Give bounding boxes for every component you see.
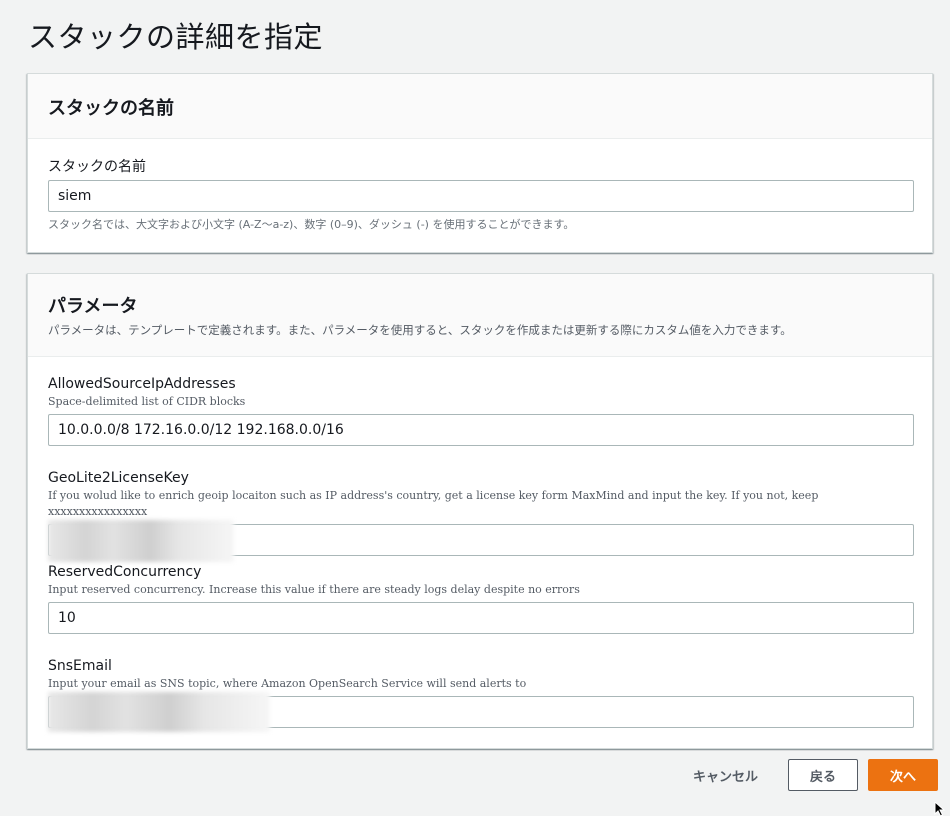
stack-name-input[interactable] <box>48 180 914 212</box>
parameters-panel-title: パラメータ <box>48 296 138 317</box>
geolite2-license-key-input[interactable] <box>48 524 914 556</box>
stack-name-constraint: スタック名では、大文字および小文字 (A-Z〜a-z)、数字 (0–9)、ダッシ… <box>48 218 575 231</box>
parameters-panel: パラメータ パラメータは、テンプレートで定義されます。また、パラメータを使用する… <box>27 273 933 749</box>
stack-name-panel-title: スタックの名前 <box>48 98 174 119</box>
param-description: Input reserved concurrency. Increase thi… <box>48 583 580 596</box>
cancel-button[interactable]: キャンセル <box>679 759 772 791</box>
param-reserved-concurrency: ReservedConcurrency Input reserved concu… <box>48 563 914 634</box>
stack-name-label: スタックの名前 <box>48 159 146 175</box>
stack-name-panel-header: スタックの名前 <box>28 74 932 139</box>
param-description: Input your email as SNS topic, where Ama… <box>48 677 527 690</box>
sns-email-input[interactable] <box>48 696 914 728</box>
param-sns-email: SnsEmail Input your email as SNS topic, … <box>48 657 914 732</box>
param-label: ReservedConcurrency <box>48 564 202 580</box>
stack-name-panel: スタックの名前 スタックの名前 スタック名では、大文字および小文字 (A-Z〜a… <box>27 73 933 253</box>
param-label: SnsEmail <box>48 658 112 674</box>
sns-email-input-wrapper <box>48 692 914 732</box>
parameters-panel-header: パラメータ パラメータは、テンプレートで定義されます。また、パラメータを使用する… <box>28 274 932 357</box>
parameters-panel-description: パラメータは、テンプレートで定義されます。また、パラメータを使用すると、スタック… <box>48 323 792 337</box>
param-allowed-source-ip-addresses: AllowedSourceIpAddresses Space-delimited… <box>48 375 914 446</box>
param-geolite2-license-key: GeoLite2LicenseKey If you wolud like to … <box>48 469 914 562</box>
reserved-concurrency-input[interactable] <box>48 602 914 634</box>
stack-name-field: スタックの名前 スタック名では、大文字および小文字 (A-Z〜a-z)、数字 (… <box>48 158 914 232</box>
next-button[interactable]: 次へ <box>868 759 938 791</box>
param-label: GeoLite2LicenseKey <box>48 470 189 486</box>
back-button[interactable]: 戻る <box>788 759 858 791</box>
param-description: Space-delimited list of CIDR blocks <box>48 395 246 408</box>
allowed-source-ip-input[interactable] <box>48 414 914 446</box>
page-title: スタックの詳細を指定 <box>28 20 324 54</box>
param-description: If you wolud like to enrich geoip locait… <box>48 489 819 518</box>
param-label: AllowedSourceIpAddresses <box>48 376 236 392</box>
form-actions: キャンセル 戻る 次へ <box>679 759 938 791</box>
mouse-cursor-icon <box>934 802 946 816</box>
geolite2-input-wrapper <box>48 520 914 562</box>
